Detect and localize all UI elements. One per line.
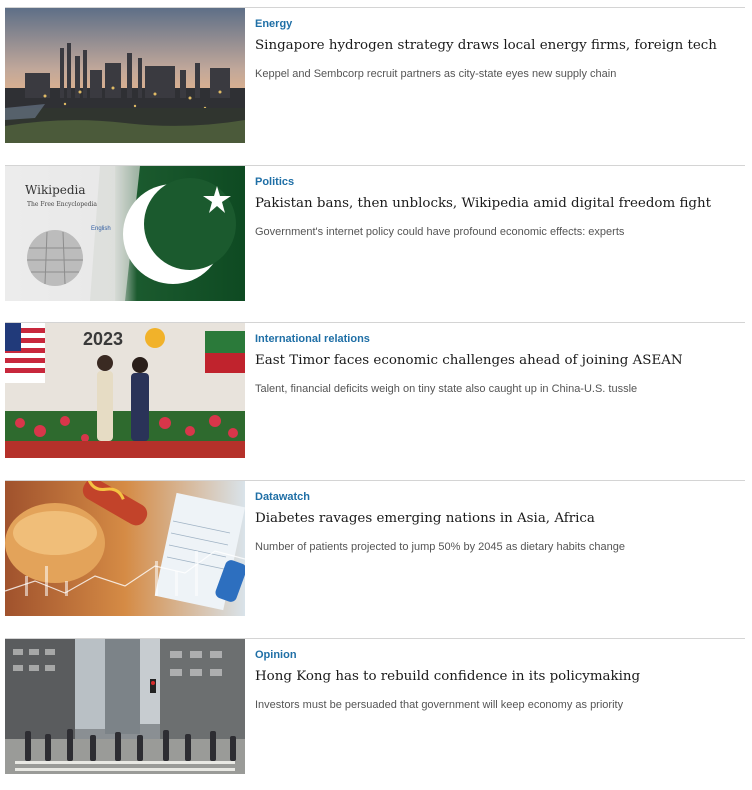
article-thumbnail-wikipedia-pakistan[interactable]: Wikipedia The Free Encyclopedia English bbox=[5, 166, 245, 301]
article-summary: Number of patients projected to jump 50%… bbox=[255, 541, 625, 553]
article-summary: Government's internet policy could have … bbox=[255, 226, 625, 238]
article-category-link[interactable]: International relations bbox=[255, 333, 370, 345]
article-summary: Keppel and Sembcorp recruit partners as … bbox=[255, 68, 617, 80]
article-category-link[interactable]: Datawatch bbox=[255, 491, 310, 503]
article-category-link[interactable]: Politics bbox=[255, 176, 294, 188]
article-headline-link[interactable]: East Timor faces economic challenges ahe… bbox=[255, 352, 745, 370]
article-headline-link[interactable]: Singapore hydrogen strategy draws local … bbox=[255, 37, 745, 55]
article-summary: Investors must be persuaded that governm… bbox=[255, 699, 624, 711]
article-card: Energy Singapore hydrogen strategy draws… bbox=[5, 7, 745, 159]
svg-text:The Free Encyclopedia: The Free Encyclopedia bbox=[27, 201, 97, 208]
article-card: 2023 International relations East Timor … bbox=[5, 322, 745, 474]
svg-text:2023: 2023 bbox=[83, 329, 123, 349]
svg-text:English: English bbox=[91, 226, 111, 232]
article-thumbnail-diabetes[interactable] bbox=[5, 481, 245, 616]
article-card: Opinion Hong Kong has to rebuild confide… bbox=[5, 638, 745, 790]
article-category-link[interactable]: Energy bbox=[255, 18, 292, 30]
article-summary: Talent, financial deficits weigh on tiny… bbox=[255, 383, 638, 395]
article-headline-link[interactable]: Hong Kong has to rebuild confidence in i… bbox=[255, 668, 745, 686]
article-thumbnail-asean-summit[interactable]: 2023 bbox=[5, 323, 245, 458]
article-headline-link[interactable]: Pakistan bans, then unblocks, Wikipedia … bbox=[255, 195, 745, 213]
svg-text:Wikipedia: Wikipedia bbox=[25, 183, 86, 197]
article-card: Datawatch Diabetes ravages emerging nati… bbox=[5, 480, 745, 632]
article-headline-link[interactable]: Diabetes ravages emerging nations in Asi… bbox=[255, 510, 745, 528]
article-card: Wikipedia The Free Encyclopedia English … bbox=[5, 165, 745, 317]
article-thumbnail-hong-kong[interactable] bbox=[5, 639, 245, 774]
article-thumbnail-refinery[interactable] bbox=[5, 8, 245, 143]
article-category-link[interactable]: Opinion bbox=[255, 649, 297, 661]
